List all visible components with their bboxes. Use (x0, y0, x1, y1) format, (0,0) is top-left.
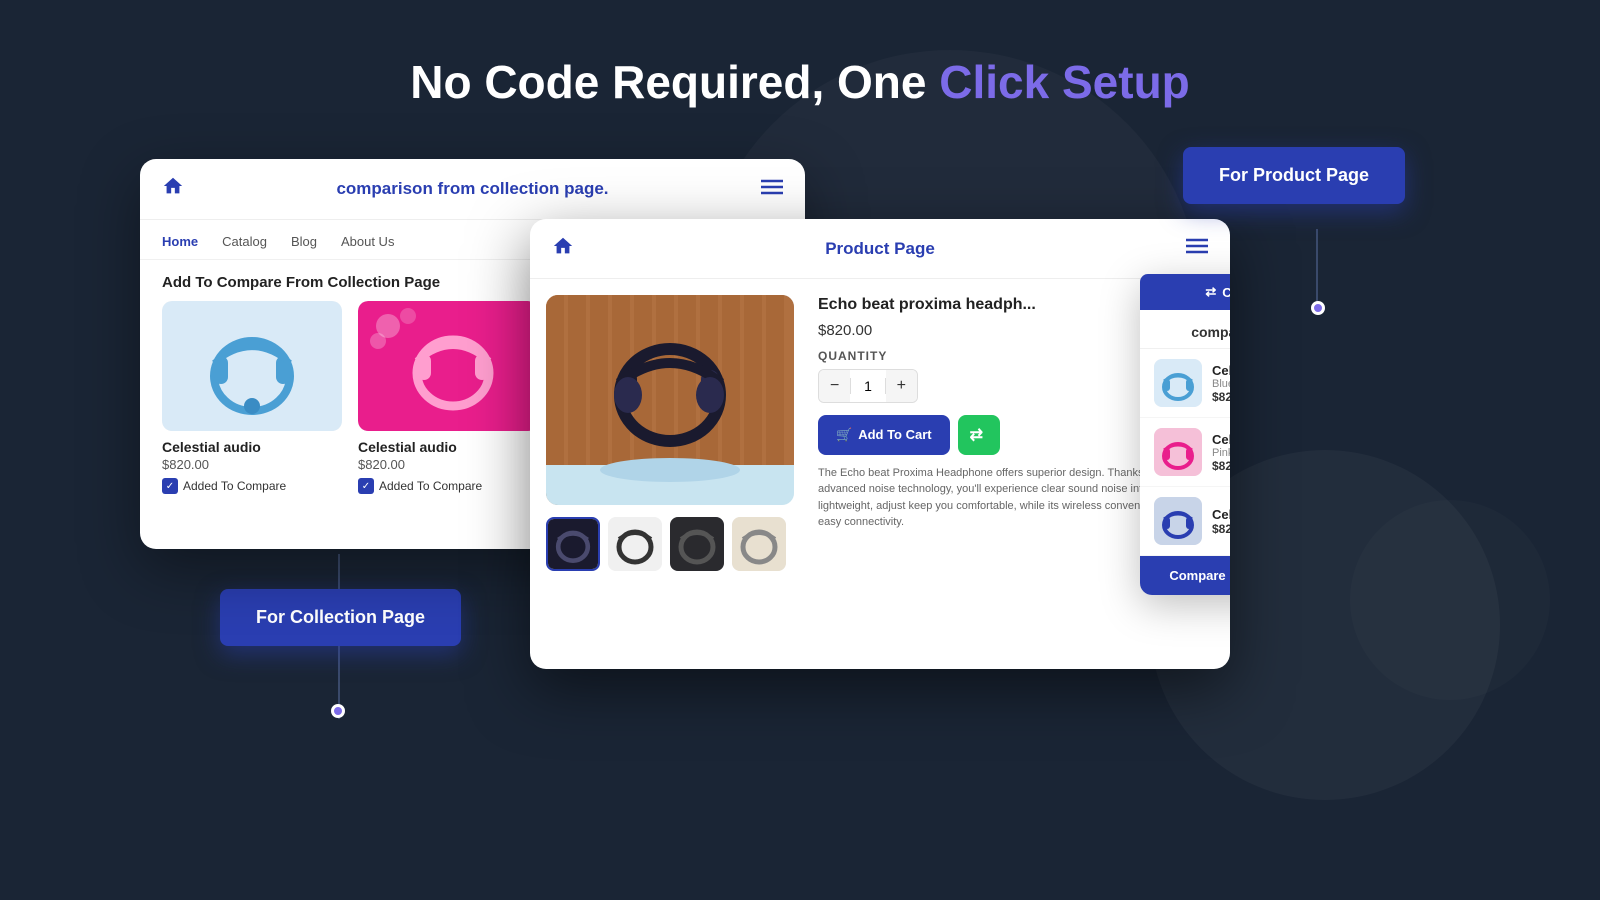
widget-item-name-3: Celestial audio (1212, 507, 1230, 522)
thumb-3[interactable] (670, 517, 724, 571)
product-image-2 (358, 301, 538, 431)
product-name-2: Celestial audio (358, 439, 538, 455)
widget-item-price-2: $820.00 (1212, 459, 1230, 473)
product-price-2: $820.00 (358, 457, 538, 472)
product-page-button[interactable]: For Product Page (1183, 147, 1405, 204)
product-panel-title: Product Page (825, 239, 935, 259)
check-icon-1: ✓ (162, 478, 178, 494)
collection-panel-header: comparison from collection page. (140, 159, 805, 220)
connector-dot-left (331, 704, 345, 718)
comparison-widget: ⇄ Compare 3 comparison widget (1140, 274, 1230, 595)
product-main-image-area (530, 279, 810, 669)
product-card-2: Celestial audio $820.00 ✓ Added To Compa… (358, 301, 538, 494)
collection-page-button[interactable]: For Collection Page (220, 589, 461, 646)
compare-text-2: Added To Compare (379, 479, 482, 493)
thumb-2[interactable] (608, 517, 662, 571)
add-compare-button[interactable]: ⇄ (958, 415, 1000, 455)
main-product-image (546, 295, 794, 505)
nav-catalog[interactable]: Catalog (222, 234, 267, 249)
compare-badge-2: ✓ Added To Compare (358, 478, 538, 494)
widget-item-info-1: Celestial audio Blue / Wireless $820.00 (1212, 363, 1230, 404)
cart-icon: 🛒 (836, 427, 852, 443)
quantity-increase[interactable]: + (886, 370, 917, 402)
nav-blog[interactable]: Blog (291, 234, 317, 249)
widget-item-image-3 (1154, 497, 1202, 545)
widget-item-image-1 (1154, 359, 1202, 407)
widget-compare-button[interactable]: Compare (1140, 556, 1230, 595)
widget-item-info-3: Celestial audio $820.00 (1212, 507, 1230, 536)
check-icon-2: ✓ (358, 478, 374, 494)
product-cta-container: For Product Page (1183, 147, 1405, 204)
quantity-decrease[interactable]: − (819, 370, 850, 402)
product-home-icon (552, 235, 574, 262)
connector-line-right (1316, 229, 1318, 309)
title-highlight: Click Setup (939, 56, 1190, 108)
compare-text-1: Added To Compare (183, 479, 286, 493)
product-card-1: Celestial audio $820.00 ✓ Added To Compa… (162, 301, 342, 494)
widget-item-price-3: $820.00 (1212, 522, 1230, 536)
widget-item-name-1: Celestial audio (1212, 363, 1230, 378)
widget-item-variant-1: Blue / Wireless (1212, 378, 1230, 390)
add-to-cart-button[interactable]: 🛒 Add To Cart (818, 415, 950, 455)
product-price-1: $820.00 (162, 457, 342, 472)
connector-dot-right (1311, 301, 1325, 315)
compare-badge-1: ✓ Added To Compare (162, 478, 342, 494)
product-name-1: Celestial audio (162, 439, 342, 455)
quantity-value: 1 (850, 378, 885, 394)
compare-arrows-icon: ⇄ (1205, 284, 1216, 300)
compare-button-label: Compare (1222, 285, 1230, 300)
compare-trigger-button[interactable]: ⇄ Compare 3 (1140, 274, 1230, 310)
widget-footer: Compare Remove All (1140, 556, 1230, 595)
widget-item-2: Celestial audio Pink / Wireless $820.00 … (1140, 418, 1230, 487)
title-normal: No Code Required, One (410, 56, 939, 108)
widget-item-1: Celestial audio Blue / Wireless $820.00 … (1140, 349, 1230, 418)
product-image-1 (162, 301, 342, 431)
nav-home[interactable]: Home (162, 234, 198, 249)
widget-item-variant-2: Pink / Wireless (1212, 447, 1230, 459)
thumb-4[interactable] (732, 517, 786, 571)
collection-cta-container: For Collection Page (220, 589, 461, 646)
thumbnail-row (546, 517, 794, 571)
widget-title: comparison widget (1140, 310, 1230, 349)
quantity-control: − 1 + (818, 369, 918, 403)
nav-about[interactable]: About Us (341, 234, 394, 249)
product-page-body: Echo beat proxima headph... $820.00 QUAN… (530, 279, 1230, 669)
product-panel: Product Page (530, 219, 1230, 669)
home-icon (162, 175, 184, 203)
compare-icon: ⇄ (970, 425, 983, 445)
page-title: No Code Required, One Click Setup (0, 0, 1600, 109)
menu-icon (761, 178, 783, 201)
product-panel-header: Product Page (530, 219, 1230, 279)
widget-item-name-2: Celestial audio (1212, 432, 1230, 447)
widget-item-price-1: $820.00 (1212, 390, 1230, 404)
widget-item-image-2 (1154, 428, 1202, 476)
widget-item-info-2: Celestial audio Pink / Wireless $820.00 (1212, 432, 1230, 473)
product-menu-icon (1186, 238, 1208, 259)
collection-panel-title: comparison from collection page. (336, 179, 608, 199)
thumb-1[interactable] (546, 517, 600, 571)
widget-item-3: Celestial audio $820.00 × (1140, 487, 1230, 556)
add-to-cart-label: Add To Cart (858, 427, 931, 442)
content-area: comparison from collection page. Home Ca… (0, 129, 1600, 889)
